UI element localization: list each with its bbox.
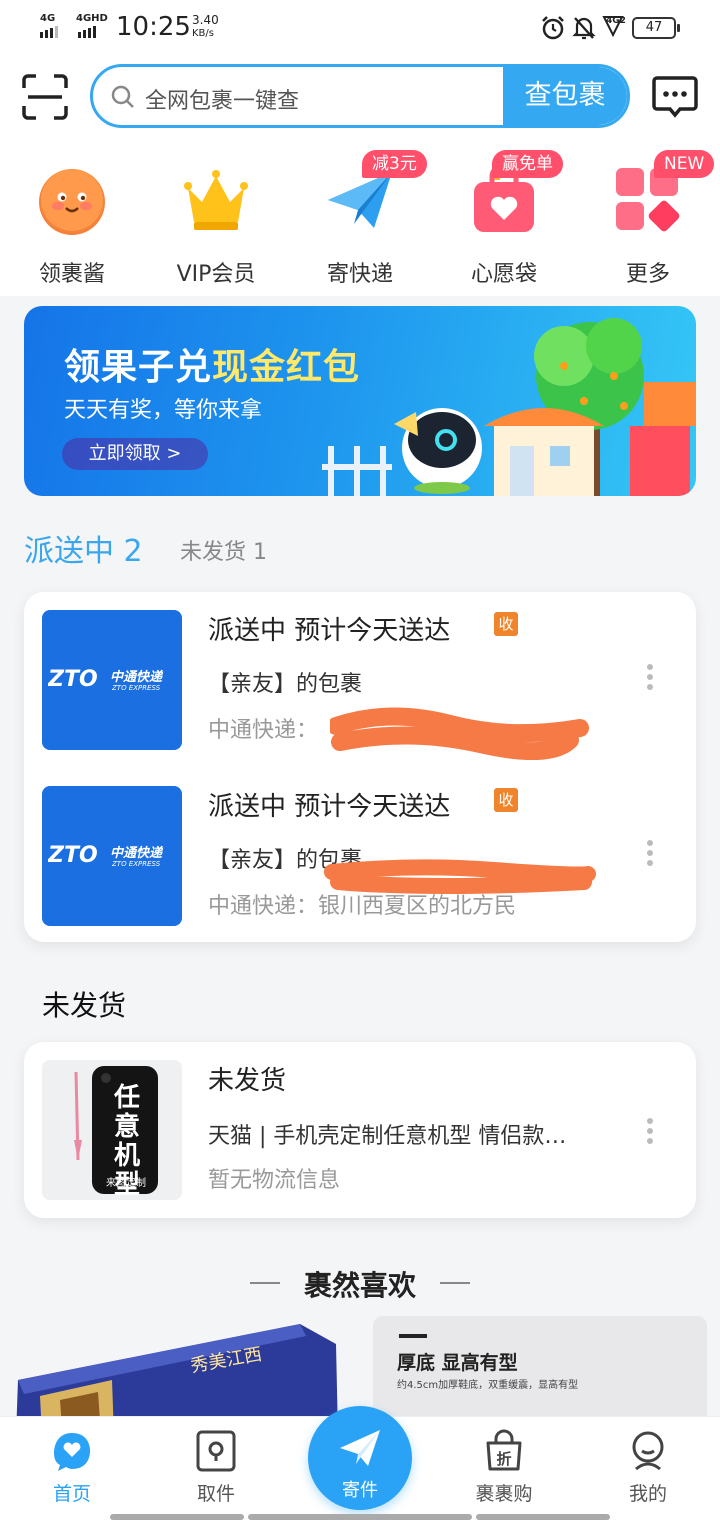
new-badge: NEW xyxy=(654,150,715,178)
battery-indicator: 47 xyxy=(632,17,680,39)
mascot-icon xyxy=(39,169,105,235)
message-icon[interactable] xyxy=(652,74,698,120)
signal-bars-2-icon xyxy=(78,26,96,38)
more-options-icon[interactable] xyxy=(646,1118,654,1148)
package-item[interactable]: ZTO 中通快递 ZTO EXPRESS 派送中 预计今天送达 收 【亲友】的包… xyxy=(24,768,696,928)
zto-logo-subtext: ZTO EXPRESS xyxy=(112,684,161,692)
nav-shop[interactable]: 折 裹裹购 xyxy=(432,1417,576,1520)
logistics-info: 暂无物流信息 xyxy=(208,1168,341,1193)
divider-right xyxy=(440,1282,470,1284)
search-button[interactable]: 查包裹 xyxy=(503,67,627,125)
search-bar[interactable]: 全网包裹一键查 查包裹 xyxy=(90,64,630,128)
nav-label: 寄件 xyxy=(342,1480,378,1501)
banner-illustration xyxy=(322,318,696,496)
clock: 10:25 xyxy=(116,12,191,42)
status-bar: 4G 4GHD 10:25 3.40 KB/s 4G2 47 xyxy=(0,0,720,56)
user-icon xyxy=(632,1431,664,1471)
more-options-icon[interactable] xyxy=(646,840,654,870)
zto-logo-subtext: ZTO EXPRESS xyxy=(112,860,161,868)
quick-action-lingguojiang[interactable]: 领裹酱 xyxy=(0,144,144,296)
zto-logo: ZTO 中通快递 ZTO EXPRESS xyxy=(42,610,182,750)
case-subtext: 来图定制 xyxy=(106,1178,146,1189)
nav-home[interactable]: 首页 xyxy=(0,1417,144,1520)
svg-text:折: 折 xyxy=(496,1450,511,1468)
network-speed: 3.40 KB/s xyxy=(192,14,219,40)
nav-mine[interactable]: 我的 xyxy=(576,1417,720,1520)
svg-text:ZTO: ZTO xyxy=(48,843,98,868)
unshipped-section-title: 未发货 xyxy=(42,989,127,1022)
gesture-bar xyxy=(248,1514,472,1520)
shoe-subtitle: 约4.5cm加厚鞋底，双重缓震，显高有型 xyxy=(397,1380,579,1391)
nav-label: 我的 xyxy=(628,1483,667,1505)
quick-action-label: 寄快递 xyxy=(326,262,393,287)
quick-action-label: 领裹酱 xyxy=(38,262,105,287)
signal-bars-1-icon xyxy=(40,26,58,38)
nav-label: 取件 xyxy=(196,1483,235,1505)
quick-action-vip[interactable]: VIP会员 xyxy=(144,144,288,296)
package-status: 派送中 预计今天送达 xyxy=(208,792,451,822)
gesture-bar xyxy=(110,1514,244,1520)
product-image: 任意机型 来图定制 xyxy=(42,1060,182,1200)
svg-text:ZTO: ZTO xyxy=(48,667,98,692)
product-name: 天猫 | 手机壳定制任意机型 情侣款… xyxy=(208,1124,567,1149)
speed-value: 3.40 xyxy=(192,13,219,27)
mute-bell-icon xyxy=(572,17,596,40)
quick-action-label: 心愿袋 xyxy=(470,262,537,287)
promo-banner[interactable]: 领果子兑现金红包 天天有奖，等你来拿 立即领取 > xyxy=(24,306,696,496)
search-icon xyxy=(111,85,134,108)
scan-icon[interactable] xyxy=(22,74,68,120)
send-plane-icon xyxy=(340,1430,380,1466)
receive-tag: 收 xyxy=(494,788,518,812)
package-item[interactable]: ZTO 中通快递 ZTO EXPRESS 派送中 预计今天送达 收 【亲友】的包… xyxy=(24,592,696,760)
discount-badge: 减3元 xyxy=(362,150,427,178)
accent-bar xyxy=(399,1334,427,1338)
tab-delivering[interactable]: 派送中 2 xyxy=(24,526,143,570)
package-name: 【亲友】的包裹 xyxy=(208,672,363,697)
redaction-scribble xyxy=(324,859,596,894)
quick-action-send[interactable]: 减3元 寄快递 xyxy=(288,144,432,296)
nav-label: 裹裹购 xyxy=(475,1483,533,1505)
package-status: 派送中 预计今天送达 xyxy=(208,616,451,646)
search-input[interactable]: 全网包裹一键查 xyxy=(145,83,299,115)
banner-cta-button[interactable]: 立即领取 > xyxy=(62,438,208,470)
banner-subtitle: 天天有奖，等你来拿 xyxy=(64,398,263,423)
tab-unshipped[interactable]: 未发货 1 xyxy=(180,534,267,566)
home-mascot-icon xyxy=(54,1433,90,1471)
quick-action-label: 更多 xyxy=(625,262,670,287)
signal-label-1: 4G xyxy=(40,13,56,24)
zto-logo: ZTO 中通快递 ZTO EXPRESS xyxy=(42,786,182,926)
zto-logo-text: 中通快递 xyxy=(110,846,163,861)
signal-label-2: 4GHD xyxy=(76,13,108,24)
nav-pickup[interactable]: 取件 xyxy=(144,1417,288,1520)
unshipped-card[interactable]: 任意机型 来图定制 未发货 天猫 | 手机壳定制任意机型 情侣款… 暂无物流信息 xyxy=(24,1042,696,1218)
more-options-icon[interactable] xyxy=(646,664,654,694)
shopping-bag-icon: 折 xyxy=(486,1429,522,1471)
recommend-title: 裹然喜欢 xyxy=(303,1269,416,1302)
package-info: 中通快递： xyxy=(208,718,319,743)
banner-title-prefix: 领果子兑 xyxy=(64,347,213,388)
delivering-card: ZTO 中通快递 ZTO EXPRESS 派送中 预计今天送达 收 【亲友】的包… xyxy=(24,592,696,942)
nav-send[interactable]: 寄件 xyxy=(308,1406,412,1510)
alarm-icon xyxy=(542,16,564,40)
quick-action-more[interactable]: NEW 更多 xyxy=(576,144,720,296)
crown-icon xyxy=(184,170,248,230)
gesture-bar xyxy=(476,1514,610,1520)
network-type: 4G2 xyxy=(606,16,626,26)
receive-tag: 收 xyxy=(494,612,518,636)
quick-action-wishbag[interactable]: 赢免单 心愿袋 xyxy=(432,144,576,296)
nav-label: 首页 xyxy=(52,1483,91,1505)
quick-action-label: VIP会员 xyxy=(176,262,256,287)
speed-unit: KB/s xyxy=(192,28,214,39)
unshipped-status: 未发货 xyxy=(208,1066,287,1096)
zto-logo-text: 中通快递 xyxy=(110,670,163,685)
header: 全网包裹一键查 查包裹 xyxy=(0,56,720,144)
quick-actions: 领裹酱 VIP会员 减3元 寄快递 赢免单 心愿袋 NEW 更多 xyxy=(0,144,720,296)
shoe-title: 厚底 显高有型 xyxy=(397,1352,518,1374)
locker-icon xyxy=(196,1430,236,1472)
redaction-scribble xyxy=(330,707,589,760)
free-order-badge: 赢免单 xyxy=(492,150,563,178)
